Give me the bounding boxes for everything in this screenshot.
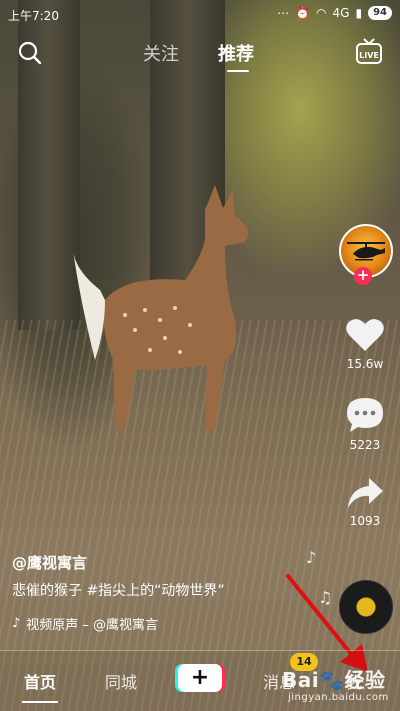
- network-type: 4G: [332, 6, 350, 20]
- live-icon[interactable]: LIVE: [354, 37, 384, 67]
- music-note-icon: ♪: [12, 616, 21, 631]
- share-count: 1093: [349, 514, 381, 528]
- battery-level: 94: [368, 6, 392, 20]
- music-info[interactable]: ♪ 视频原声 – @鹰视寓言: [12, 614, 158, 633]
- author-name[interactable]: @鹰视寓言: [12, 552, 87, 573]
- nav-active-indicator: [22, 701, 58, 703]
- status-icons: ⋯ ⏰ ◠ 4G ▮ 94: [277, 6, 392, 20]
- comment-count: 5223: [349, 438, 381, 452]
- wifi-icon: ◠: [316, 6, 327, 20]
- video-description[interactable]: 悲催的猴子 #指尖上的“动物世界”: [12, 580, 225, 600]
- signal-icon: ▮: [355, 6, 363, 20]
- signal-dots-icon: ⋯: [277, 6, 290, 20]
- search-icon[interactable]: [17, 40, 43, 66]
- status-time: 上午7:20: [8, 9, 59, 23]
- video-feed-screen[interactable]: 上午7:20 ⋯ ⏰ ◠ 4G ▮ 94 关注 推荐 LIVE + 15.6w …: [0, 0, 400, 711]
- tab-recommend[interactable]: 推荐: [218, 40, 254, 66]
- deer-figure: [73, 185, 249, 430]
- music-title: 视频原声 – @鹰视寓言: [26, 618, 159, 633]
- share-icon: [348, 478, 383, 508]
- nav-home[interactable]: 首页: [24, 669, 56, 693]
- top-bar: 关注 推荐 LIVE: [0, 32, 400, 72]
- plus-icon: +: [190, 665, 210, 690]
- svg-text:LIVE: LIVE: [359, 51, 379, 60]
- comment-icon: [347, 398, 383, 432]
- status-bar: 上午7:20 ⋯ ⏰ ◠ 4G ▮ 94: [0, 0, 400, 28]
- heart-icon: [346, 319, 384, 351]
- create-button[interactable]: +: [178, 664, 222, 692]
- nav-nearby[interactable]: 同城: [105, 669, 137, 693]
- watermark: Bai🐾经验 jingyan.baidu.com: [282, 664, 388, 703]
- tab-follow[interactable]: 关注: [143, 40, 179, 66]
- like-count: 15.6w: [346, 357, 384, 371]
- watermark-logo: Bai🐾经验: [282, 668, 386, 692]
- share-button[interactable]: 1093: [340, 476, 390, 528]
- active-tab-indicator: [227, 70, 249, 72]
- follow-button[interactable]: +: [354, 267, 372, 285]
- floating-note-icon: ♪: [306, 548, 317, 567]
- watermark-url: jingyan.baidu.com: [288, 692, 389, 703]
- like-button[interactable]: 15.6w: [340, 317, 390, 371]
- comment-button[interactable]: 5223: [340, 396, 390, 452]
- alarm-icon: ⏰: [295, 6, 311, 20]
